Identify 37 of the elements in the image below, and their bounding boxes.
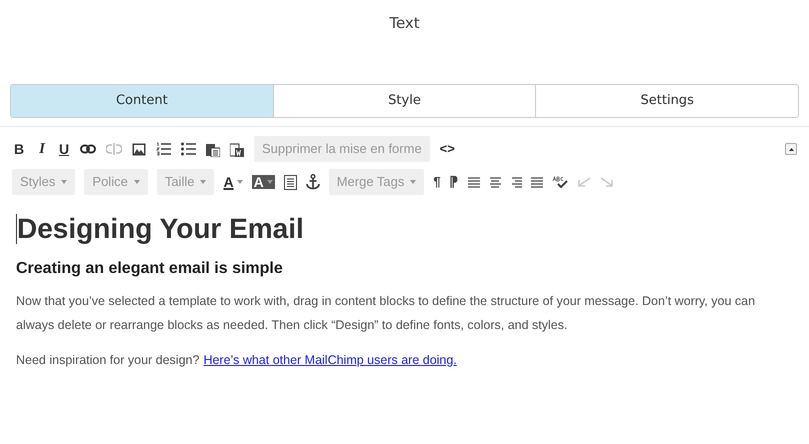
inspiration-link[interactable]: Here’s what other MailChimp users are doing. [203, 351, 457, 370]
inspiration-text: Need inspiration for your design? [16, 352, 200, 369]
caret-icon [788, 148, 794, 150]
collapse-toolbar-button[interactable] [785, 143, 797, 155]
panel-title: Text [389, 13, 420, 34]
align-left-icon[interactable] [468, 176, 480, 188]
source-code-button[interactable]: <> [440, 139, 455, 159]
link-icon[interactable] [80, 144, 96, 154]
block-icon[interactable] [284, 174, 297, 190]
underline-button[interactable]: U [58, 138, 70, 160]
numbered-list-icon[interactable] [156, 142, 171, 156]
caret-icon [410, 180, 416, 184]
spellcheck-icon[interactable] [552, 176, 568, 188]
tab[interactable]: Content [11, 85, 273, 117]
caret-icon [200, 180, 206, 184]
bullet-list-icon[interactable] [181, 142, 196, 156]
email-subheading: Creating an elegant email is simple [16, 259, 284, 279]
text-color-button[interactable]: A [223, 172, 243, 192]
paste-word-icon[interactable] [230, 142, 244, 156]
image-icon[interactable] [132, 142, 146, 156]
caret-icon [61, 180, 68, 184]
caret-icon [134, 180, 140, 184]
paste-text-icon[interactable] [206, 142, 220, 156]
italic-button[interactable]: I [36, 138, 48, 160]
caret-icon [266, 180, 273, 184]
left-to-right-button[interactable]: ¶ [433, 172, 441, 192]
align-center-icon[interactable] [488, 176, 501, 188]
align-right-icon[interactable] [510, 176, 522, 188]
tab[interactable]: Settings [535, 85, 798, 117]
right-to-left-button[interactable]: ⁋ [450, 172, 459, 192]
background-color-button[interactable]: A [252, 175, 275, 189]
bold-button[interactable]: B [12, 138, 26, 160]
body-paragraph: Now that you’ve selected a template to work with, drag in content blocks to define the structure of your message. Don’t worry, you can always delete or rearrange blocks as needed. Then click “Design” to define fonts, colors, and styles. [16, 293, 756, 334]
email-heading: Designing Your Email [17, 212, 304, 246]
anchor-icon[interactable] [306, 174, 320, 190]
justify-icon[interactable] [530, 176, 543, 188]
caret-icon [236, 180, 243, 184]
